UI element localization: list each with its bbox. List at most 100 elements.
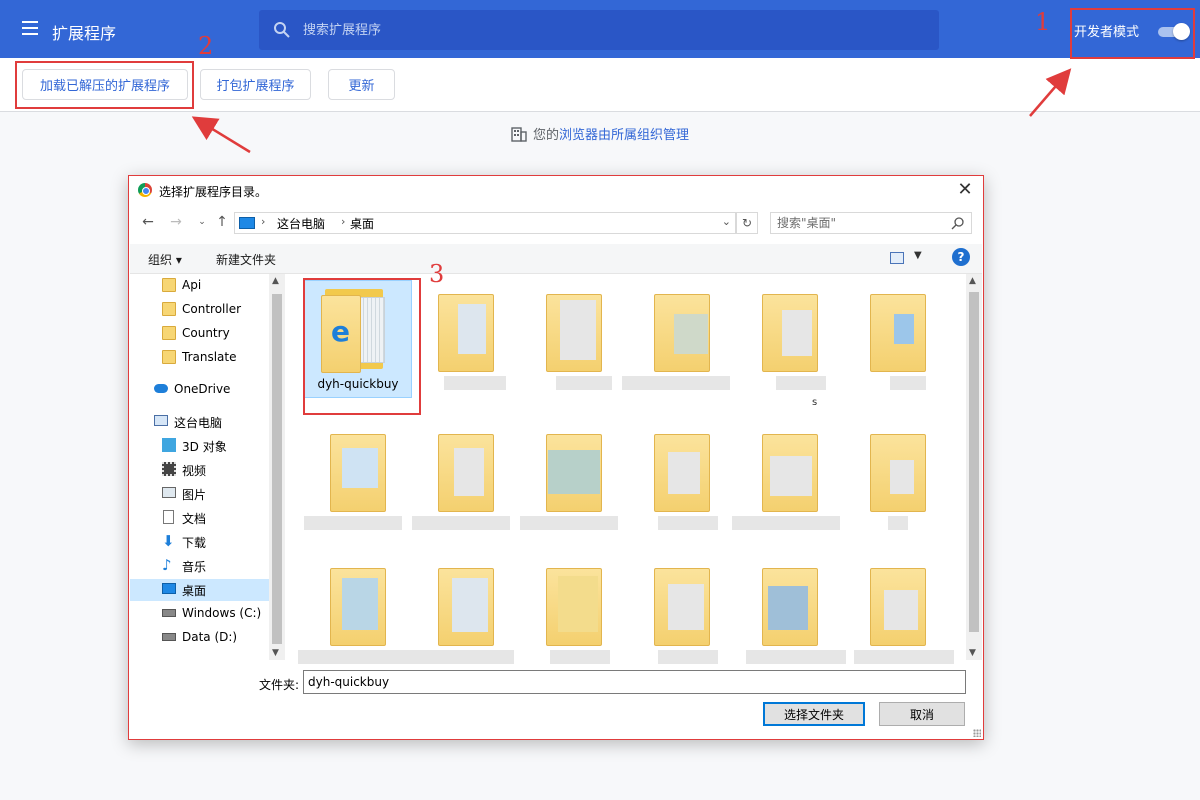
organize-menu[interactable]: 组织 ▾ [148, 251, 182, 268]
blurred-folder[interactable] [622, 280, 746, 398]
computer-icon [239, 217, 255, 229]
blurred-label [890, 376, 926, 390]
refresh-icon[interactable]: ↻ [736, 212, 758, 234]
navigation-tree: Api Controller Country Translate OneDriv… [130, 274, 286, 660]
annotation-number-3: 3 [429, 260, 445, 288]
stray-label: s [812, 397, 818, 408]
tree-item-translate[interactable]: Translate [162, 347, 268, 369]
blurred-thumb [342, 448, 378, 488]
tree-item-documents[interactable]: 文档 [162, 507, 268, 529]
tree-item-country[interactable]: Country [162, 323, 268, 345]
tree-item-3d-objects[interactable]: 3D 对象 [162, 435, 268, 457]
blurred-folder[interactable] [746, 280, 854, 398]
blurred-folder[interactable] [304, 420, 422, 538]
blurred-folder[interactable] [530, 554, 638, 672]
scroll-down-icon[interactable]: ▼ [969, 648, 976, 658]
blurred-folder[interactable] [412, 420, 530, 538]
dialog-title: 选择扩展程序目录。 [159, 185, 268, 199]
tree-item-videos[interactable]: 视频 [162, 459, 268, 481]
document-icon [163, 510, 174, 524]
dialog-search-input[interactable] [777, 215, 947, 231]
cloud-icon [154, 384, 168, 393]
cube-icon [162, 438, 176, 452]
navigation-row: ← → ⌄ ↑ › 这台电脑 › 桌面 ⌄ ↻ [129, 210, 983, 236]
blurred-thumb [884, 590, 918, 630]
blurred-label [550, 650, 610, 664]
blurred-label [746, 650, 846, 664]
blurred-label [444, 376, 506, 390]
scroll-up-icon[interactable]: ▲ [272, 276, 279, 286]
folder-icon [162, 302, 176, 316]
file-scrollbar-thumb[interactable] [969, 292, 979, 632]
back-icon[interactable]: ← [139, 212, 157, 232]
blurred-folder[interactable] [732, 420, 854, 538]
breadcrumb-this-pc[interactable]: 这台电脑 [277, 215, 325, 232]
chevron-right-icon: › [261, 215, 266, 228]
tree-item-this-pc[interactable]: 这台电脑 [154, 411, 268, 433]
recent-locations-icon[interactable]: ⌄ [193, 212, 211, 232]
folder-icon [162, 278, 176, 292]
drive-icon [162, 633, 176, 641]
chevron-right-icon: › [341, 215, 346, 228]
blurred-thumb [768, 586, 808, 630]
view-icon[interactable] [890, 252, 904, 264]
tree-scrollbar-thumb[interactable] [272, 294, 282, 644]
computer-icon [154, 415, 168, 426]
blurred-folder[interactable] [638, 420, 746, 538]
blurred-thumb [560, 300, 596, 360]
tree-item-downloads[interactable]: ⬇ 下载 [162, 531, 268, 553]
new-folder-button[interactable]: 新建文件夹 [216, 251, 276, 268]
tree-item-pictures[interactable]: 图片 [162, 483, 268, 505]
command-bar: 组织 ▾ 新建文件夹 ▼ ? [130, 244, 982, 274]
blurred-thumb [770, 456, 812, 496]
blurred-folder[interactable] [746, 554, 854, 672]
blurred-thumb [782, 310, 812, 356]
tree-item-onedrive[interactable]: OneDrive [154, 379, 268, 401]
blurred-label [658, 650, 718, 664]
file-scrollbar[interactable]: ▲ ▼ [966, 274, 982, 660]
address-bar[interactable]: › 这台电脑 › 桌面 ⌄ [234, 212, 736, 234]
scroll-down-icon[interactable]: ▼ [272, 648, 279, 658]
blurred-thumb [452, 578, 488, 632]
blurred-folder[interactable] [854, 280, 962, 398]
blurred-label [732, 516, 840, 530]
blurred-thumb [668, 452, 700, 494]
tree-item-drive-d[interactable]: Data (D:) [162, 627, 268, 649]
close-icon[interactable]: ✕ [955, 180, 975, 200]
folder-field[interactable]: dyh-quickbuy [303, 670, 966, 694]
help-icon[interactable]: ? [952, 248, 970, 266]
folder-icon [162, 326, 176, 340]
tree-item-api[interactable]: Api [162, 275, 268, 297]
chrome-icon [138, 183, 152, 197]
blurred-folder[interactable] [422, 280, 530, 398]
blurred-label [888, 516, 908, 530]
scroll-up-icon[interactable]: ▲ [969, 276, 976, 286]
download-icon: ⬇ [162, 532, 175, 550]
desktop-icon [162, 583, 176, 594]
blurred-thumb [668, 584, 704, 630]
forward-icon[interactable]: → [167, 212, 185, 232]
chevron-down-icon[interactable]: ⌄ [722, 215, 731, 228]
tree-item-controller[interactable]: Controller [162, 299, 268, 321]
select-folder-button[interactable]: 选择文件夹 [763, 702, 865, 726]
up-icon[interactable]: ↑ [213, 212, 231, 232]
chevron-down-icon[interactable]: ▼ [914, 250, 922, 261]
drive-icon [162, 609, 176, 617]
annotation-box-3 [303, 278, 421, 415]
tree-item-desktop[interactable]: 桌面 [130, 579, 270, 601]
blurred-folder[interactable] [520, 420, 638, 538]
blurred-thumb [558, 576, 598, 632]
breadcrumb-desktop[interactable]: 桌面 [350, 215, 374, 232]
tree-item-music[interactable]: ♪ 音乐 [162, 555, 268, 577]
blurred-folder[interactable] [406, 554, 530, 672]
tree-scrollbar[interactable]: ▲ ▼ [269, 274, 285, 660]
resize-grip[interactable] [973, 729, 981, 737]
cancel-button[interactable]: 取消 [879, 702, 965, 726]
blurred-folder[interactable] [854, 554, 962, 672]
blurred-label [298, 650, 406, 664]
tree-item-drive-c[interactable]: Windows (C:) [162, 603, 268, 625]
blurred-thumb [890, 460, 914, 494]
blurred-folder[interactable] [854, 420, 962, 538]
dialog-search-box[interactable] [770, 212, 972, 234]
blurred-folder[interactable] [638, 554, 746, 672]
